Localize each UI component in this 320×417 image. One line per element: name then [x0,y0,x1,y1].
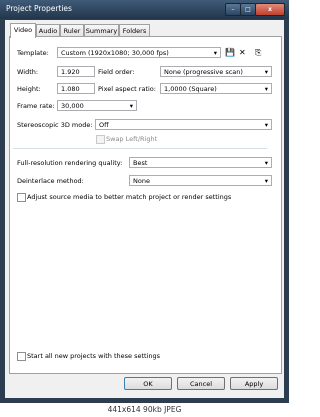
swap-left-right-checkbox[interactable] [96,135,105,144]
stereoscopic-3d-dropdown[interactable]: Off [95,119,272,130]
frame-rate-dropdown[interactable]: 30,000 [57,100,137,111]
height-field[interactable]: 1.080 [57,83,95,94]
window-title: Project Properties [6,4,72,13]
pixel-aspect-ratio-dropdown[interactable]: 1,0000 (Square) [160,83,272,94]
save-icon[interactable]: 💾 [225,48,235,58]
project-properties-window: Project Properties – □ x Video Audio Rul… [0,0,289,403]
template-label: Template: [17,49,49,57]
frame-rate-label: Frame rate: [17,102,55,110]
deinterlace-method-dropdown[interactable]: None [129,175,272,186]
adjust-source-media-label: Adjust source media to better match proj… [27,193,232,201]
section-divider [13,148,267,149]
swap-left-right-label: Swap Left/Right [106,135,158,143]
title-bar[interactable]: Project Properties – □ x [0,0,289,19]
width-field[interactable]: 1.920 [57,66,95,77]
maximize-button[interactable]: □ [240,3,256,16]
match-media-icon[interactable]: ⎘ [255,48,261,58]
height-label: Height: [17,85,41,93]
delete-icon[interactable]: ✕ [239,48,246,58]
image-caption: 441x614 90kb JPEG [0,403,289,417]
start-all-new-projects-label: Start all new projects with these settin… [27,352,161,360]
adjust-source-media-checkbox[interactable] [17,193,26,202]
rendering-quality-label: Full-resolution rendering quality: [17,159,123,167]
dialog-body: Video Audio Ruler Summary Folders Templa… [5,20,284,398]
pixel-aspect-ratio-label: Pixel aspect ratio: [98,85,156,93]
stereoscopic-3d-label: Stereoscopic 3D mode: [17,121,93,129]
rendering-quality-dropdown[interactable]: Best [129,157,272,168]
field-order-label: Field order: [98,68,135,76]
close-button[interactable]: x [255,3,285,16]
minimize-button[interactable]: – [225,3,241,16]
field-order-dropdown[interactable]: None (progressive scan) [160,66,272,77]
start-all-new-projects-checkbox[interactable] [17,352,26,361]
width-label: Width: [17,68,39,76]
ok-button[interactable]: OK [124,377,172,390]
cancel-button[interactable]: Cancel [177,377,225,390]
apply-button[interactable]: Apply [230,377,278,390]
deinterlace-method-label: Deinterlace method: [17,177,84,185]
template-dropdown[interactable]: Custom (1920x1080; 30,000 fps) [57,47,221,58]
tab-video[interactable]: Video [10,23,36,38]
